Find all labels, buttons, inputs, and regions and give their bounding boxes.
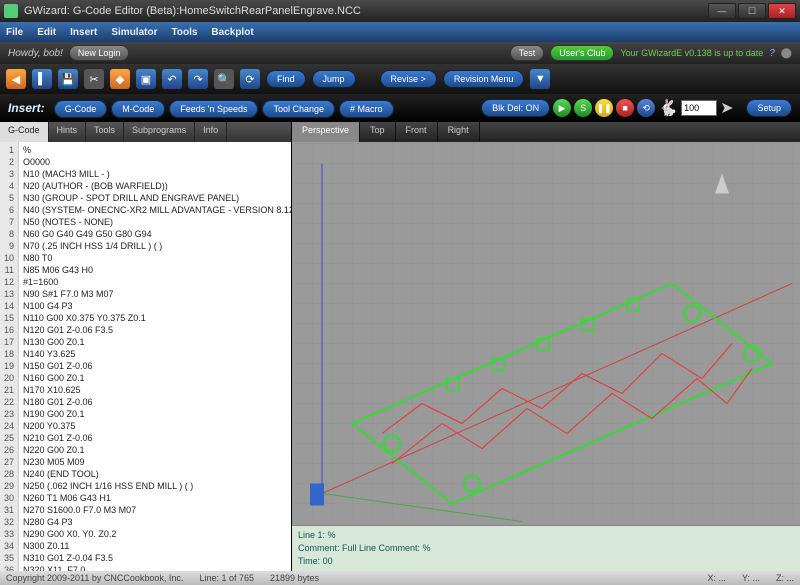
rewind-icon[interactable]: ⟲ [637,99,655,117]
stop-icon[interactable]: ■ [616,99,634,117]
close-button[interactable]: ✕ [768,3,796,19]
viewtab-perspective[interactable]: Perspective [292,122,360,142]
revision-dropdown-icon[interactable]: ▼ [530,69,550,89]
origin-marker-icon [310,484,324,506]
insert--macro-button[interactable]: # Macro [339,100,394,118]
new-login-button[interactable]: New Login [69,45,130,61]
coord-z: Z: ... [776,573,794,583]
menu-tools[interactable]: Tools [171,27,197,38]
play-icon[interactable]: ▶ [553,99,571,117]
app-icon [4,4,18,18]
info-comment: Comment: Full Line Comment: % [298,542,794,555]
info-line: Line 1: % [298,529,794,542]
help-icon[interactable]: ? [769,48,775,59]
tab-g-code[interactable]: G-Code [0,122,49,142]
paste-icon[interactable]: ▣ [136,69,156,89]
insert-m-code-button[interactable]: M-Code [111,100,165,118]
insert-g-code-button[interactable]: G-Code [54,100,108,118]
save-icon[interactable]: 💾 [58,69,78,89]
maximize-button[interactable]: ☐ [738,3,766,19]
search-icon[interactable]: 🔍 [214,69,234,89]
greeting: Howdy, bob! [8,48,63,59]
backplot-viewport[interactable] [292,142,800,525]
menu-edit[interactable]: Edit [37,27,56,38]
insert-feeds-n-speeds-button[interactable]: Feeds 'n Speeds [169,100,258,118]
jump-button[interactable]: Jump [312,70,356,88]
revise-button[interactable]: Revise > [380,70,437,88]
minimize-button[interactable]: — [708,3,736,19]
users-club-button[interactable]: User's Club [550,45,614,61]
update-status: Your GWizardE v0.138 is up to date [620,48,763,58]
redo-icon[interactable]: ↷ [188,69,208,89]
coord-y: Y: ... [742,573,760,583]
menu-file[interactable]: File [6,27,23,38]
pause-icon[interactable]: ❚❚ [595,99,613,117]
info-time: Time: 00 [298,555,794,568]
menu-simulator[interactable]: Simulator [111,27,157,38]
cut-icon[interactable]: ✂ [84,69,104,89]
undo-icon[interactable]: ↶ [162,69,182,89]
menu-backplot[interactable]: Backplot [211,27,253,38]
find-button[interactable]: Find [266,70,306,88]
bug-icon[interactable]: ⬤ [781,48,792,59]
speed-input[interactable] [681,100,717,116]
menu-insert[interactable]: Insert [70,27,97,38]
insert-tool-change-button[interactable]: Tool Change [262,100,335,118]
copy-icon[interactable]: ◆ [110,69,130,89]
back-icon[interactable]: ◀ [6,69,26,89]
byte-count: 21899 bytes [270,573,319,583]
revision-menu-button[interactable]: Revision Menu [443,70,525,88]
blk-del-button[interactable]: Blk Del: ON [481,99,550,117]
rabbit-icon: 🐇 [658,98,678,118]
copyright: Copyright 2009-2011 by CNCCookbook, Inc. [6,573,183,583]
viewtab-front[interactable]: Front [396,122,438,142]
viewtab-top[interactable]: Top [360,122,396,142]
line-count: Line: 1 of 765 [199,573,254,583]
tab-subprograms[interactable]: Subprograms [124,122,195,142]
window-title: GWizard: G-Code Editor (Beta):HomeSwitch… [24,5,708,17]
viewtab-right[interactable]: Right [438,122,480,142]
coord-x: X: ... [707,573,726,583]
turtle-icon: ➤ [720,98,733,118]
tab-tools[interactable]: Tools [86,122,124,142]
step-icon[interactable]: S [574,99,592,117]
test-button[interactable]: Test [510,45,545,61]
setup-button[interactable]: Setup [746,99,792,117]
insert-label: Insert: [8,101,45,115]
tab-hints[interactable]: Hints [49,122,87,142]
code-editor[interactable]: 1234567891011121314151617181920212223242… [0,142,291,571]
file-icon[interactable]: ▌ [32,69,52,89]
tab-info[interactable]: Info [195,122,227,142]
refresh-icon[interactable]: ⟳ [240,69,260,89]
